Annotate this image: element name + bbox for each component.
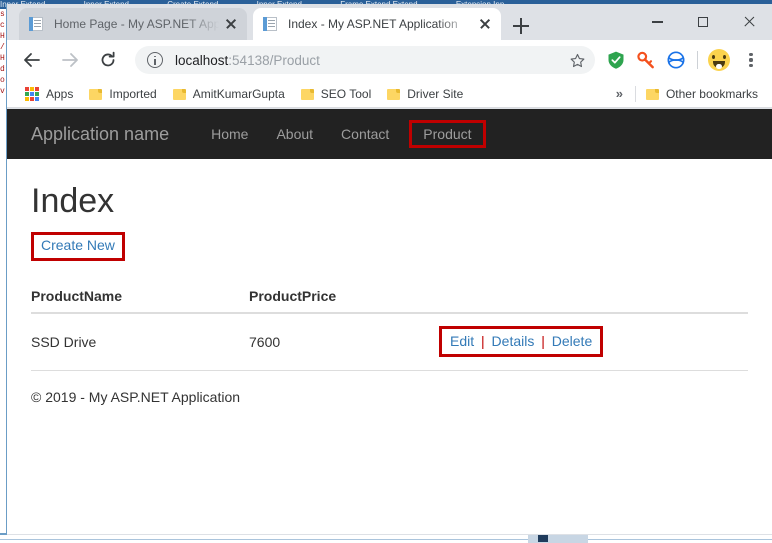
bookmark-other-bookmarks[interactable]: Other bookmarks xyxy=(640,84,764,104)
url-text: localhost:54138/Product xyxy=(175,53,565,68)
reload-button[interactable] xyxy=(93,45,123,75)
create-new-link[interactable]: Create New xyxy=(41,237,115,253)
bookmark-label: Driver Site xyxy=(407,86,464,101)
bookmark-label: Other bookmarks xyxy=(665,86,758,101)
star-glyph xyxy=(570,53,584,67)
page-icon xyxy=(29,16,45,32)
star-icon[interactable] xyxy=(565,48,589,72)
tab-title: Index - My ASP.NET Application xyxy=(288,17,458,31)
folder-icon xyxy=(300,88,314,100)
page-title: Index xyxy=(31,182,115,220)
bookmark-label: Imported xyxy=(109,86,157,101)
forward-arrow-icon xyxy=(62,53,78,67)
avatar-eye-right xyxy=(723,55,726,59)
toolbar-divider xyxy=(697,51,698,69)
shield-extension-button[interactable] xyxy=(603,46,629,74)
info-icon[interactable] xyxy=(147,52,163,68)
bookmark-label: AmitKumarGupta xyxy=(192,86,285,101)
page-footer: © 2019 - My ASP.NET Application xyxy=(31,389,241,406)
minimize-icon xyxy=(651,21,663,23)
maximize-button[interactable] xyxy=(680,4,726,40)
key-icon xyxy=(637,51,654,69)
close-window-button[interactable] xyxy=(726,4,772,40)
avatar[interactable] xyxy=(708,49,730,71)
browser-toolbar: localhost:54138/Product xyxy=(7,40,772,80)
column-header-product-name: ProductName xyxy=(31,280,249,315)
table-row: SSD Drive 7600 Edit | Details | Delete xyxy=(31,313,748,372)
bookmark-label: Apps xyxy=(46,86,74,101)
column-header-product-price: ProductPrice xyxy=(249,280,439,315)
cell-actions: Edit | Details | Delete xyxy=(439,313,748,372)
details-link[interactable]: Details xyxy=(492,333,535,349)
edit-link[interactable]: Edit xyxy=(450,333,474,349)
bookmarks-bar: Apps Imported AmitKumarGupta SEO Tool Dr… xyxy=(7,80,772,108)
bookmark-imported[interactable]: Imported xyxy=(85,84,164,104)
bookmark-driver-site[interactable]: Driver Site xyxy=(383,84,471,104)
folder-icon xyxy=(645,88,659,100)
action-separator: | xyxy=(481,333,485,350)
products-table: ProductName ProductPrice SSD Drive 7600 … xyxy=(31,280,748,372)
nav-link-about[interactable]: About xyxy=(262,120,327,148)
minimize-button[interactable] xyxy=(634,4,680,40)
maximize-icon xyxy=(698,17,708,27)
site-brand[interactable]: Application name xyxy=(31,124,169,145)
bookmarks-divider xyxy=(635,85,636,102)
browser-window: Home Page - My ASP.NET Applic Index - My… xyxy=(6,4,772,535)
browser-tab-index[interactable]: Index - My ASP.NET Application xyxy=(253,8,501,40)
column-header-actions xyxy=(439,280,748,315)
avatar-eye-left xyxy=(712,55,715,59)
bookmark-seo-tool[interactable]: SEO Tool xyxy=(297,84,379,104)
site-navbar: Application name Home About Contact Prod… xyxy=(7,109,772,159)
action-separator: | xyxy=(541,333,545,350)
cell-product-name: SSD Drive xyxy=(31,313,249,372)
back-button[interactable] xyxy=(17,45,47,75)
close-icon[interactable] xyxy=(477,16,493,32)
tab-strip: Home Page - My ASP.NET Applic Index - My… xyxy=(7,4,772,40)
nav-link-contact[interactable]: Contact xyxy=(327,120,403,148)
delete-link[interactable]: Delete xyxy=(552,333,592,349)
background-taskbar-chip xyxy=(528,535,588,543)
sync-extension-button[interactable] xyxy=(663,46,689,74)
browser-tab-home-page[interactable]: Home Page - My ASP.NET Applic xyxy=(19,8,247,40)
close-icon[interactable] xyxy=(223,16,239,32)
page-container: Index Create New ProductName ProductPric… xyxy=(7,182,772,406)
nav-link-product[interactable]: Product xyxy=(409,120,486,148)
bookmark-apps[interactable]: Apps xyxy=(21,84,81,104)
bookmark-amitkumargupta[interactable]: AmitKumarGupta xyxy=(169,84,293,104)
page-viewport: Application name Home About Contact Prod… xyxy=(7,109,772,534)
forward-button[interactable] xyxy=(55,45,85,75)
address-bar[interactable]: localhost:54138/Product xyxy=(135,46,595,74)
url-path: :54138/Product xyxy=(228,52,320,68)
table-head: ProductName ProductPrice xyxy=(31,280,748,315)
background-taskbar-chip-dark xyxy=(538,535,548,542)
folder-icon xyxy=(89,88,103,100)
cell-product-price: 7600 xyxy=(249,313,439,372)
window-controls xyxy=(634,4,772,40)
kebab-menu-icon[interactable] xyxy=(738,46,764,74)
close-icon xyxy=(743,16,755,28)
screen: Inner Extend Inner Extend Create Extend … xyxy=(0,0,772,543)
reload-icon xyxy=(101,51,115,67)
bookmarks-overflow-icon[interactable]: » xyxy=(616,86,623,101)
folder-icon xyxy=(172,88,186,100)
key-extension-button[interactable] xyxy=(633,46,659,74)
bookmark-label: SEO Tool xyxy=(320,86,372,101)
table-header-row: ProductName ProductPrice xyxy=(31,280,748,315)
back-arrow-icon xyxy=(24,53,40,67)
sync-circle-icon xyxy=(667,51,685,69)
tab-title: Home Page - My ASP.NET Applic xyxy=(54,17,219,31)
page-icon xyxy=(263,16,279,32)
shield-icon xyxy=(608,51,624,69)
folder-icon xyxy=(387,88,401,100)
row-actions-highlight: Edit | Details | Delete xyxy=(439,326,604,358)
create-new-highlight: Create New xyxy=(31,232,125,262)
avatar-teeth xyxy=(716,64,722,69)
background-accent-line-secondary xyxy=(0,539,772,540)
apps-grid-icon xyxy=(25,86,39,101)
new-tab-button[interactable] xyxy=(509,14,533,38)
table-body: SSD Drive 7600 Edit | Details | Delete xyxy=(31,313,748,372)
nav-link-home[interactable]: Home xyxy=(197,120,262,148)
url-host: localhost xyxy=(175,52,229,68)
